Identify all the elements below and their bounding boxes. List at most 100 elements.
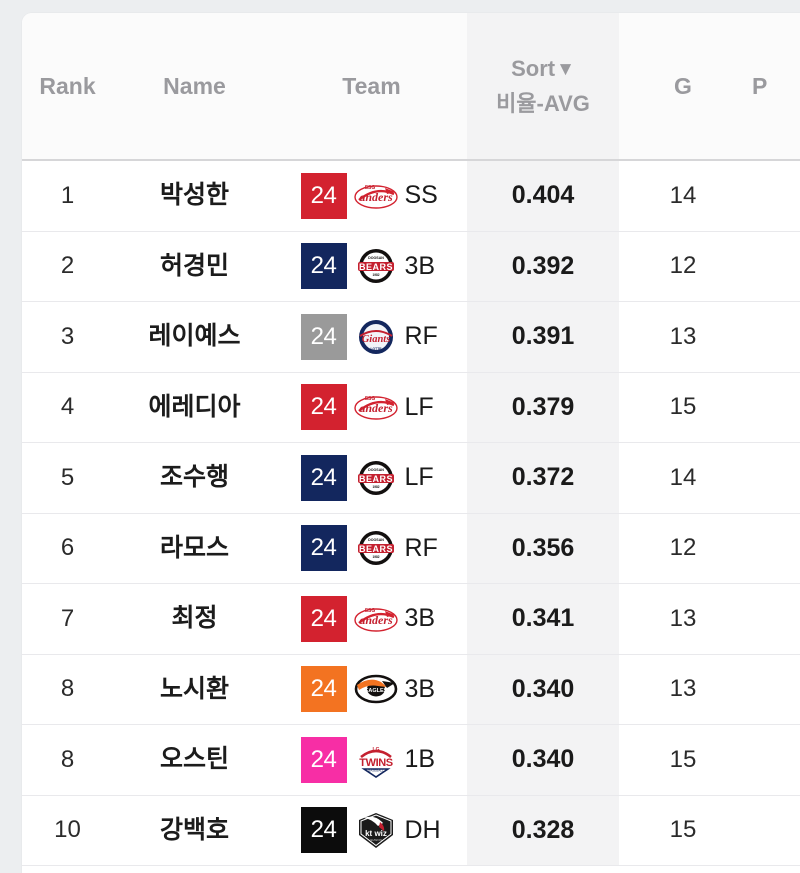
jersey-number-badge: 24	[300, 454, 347, 501]
jersey-number-badge: 24	[300, 666, 347, 713]
cell-team[interactable]: 24 anders SSG 3B	[276, 583, 467, 655]
column-header-next-partial-label: P	[752, 72, 768, 99]
cell-next-partial	[747, 724, 800, 796]
cell-batting-average: 0.372	[467, 442, 619, 514]
cell-games: 13	[619, 301, 747, 373]
table-row[interactable]: 7 최정 24 anders SSG 3B 0.341 13	[22, 583, 800, 655]
cell-next-partial	[747, 513, 800, 584]
table-row[interactable]: 8 오스틴 24 LG TWINS BASEBALL 1B 0.340 15	[22, 724, 800, 796]
player-position: SS	[404, 181, 438, 210]
header-row: Rank Name Team Sort ▼ 비율-AVG G P	[22, 13, 800, 159]
cell-batting-average: 0.341	[467, 583, 619, 655]
cell-team[interactable]: 24 Giants LOTTE RF	[276, 301, 467, 373]
cell-player-name[interactable]: 허경민	[113, 231, 276, 302]
svg-text:SUWON: SUWON	[370, 838, 382, 842]
batting-average-leaderboard-table: Rank Name Team Sort ▼ 비율-AVG G P 1 박성한 2…	[22, 13, 800, 866]
team-logo-icon: Giants LOTTE	[354, 317, 398, 357]
cell-team[interactable]: 24 anders SSG SS	[276, 161, 467, 232]
player-position: LF	[404, 392, 434, 421]
table-row[interactable]: 5 조수행 24 BEARS DOOSAN 1982 LF 0.372 14	[22, 442, 800, 514]
cell-player-name[interactable]: 라모스	[113, 513, 276, 584]
player-position: RF	[404, 533, 438, 562]
player-position: LF	[404, 463, 434, 492]
cell-next-partial	[747, 231, 800, 302]
cell-batting-average: 0.379	[467, 372, 619, 443]
svg-text:EAGLES: EAGLES	[364, 688, 387, 694]
column-header-avg-label: 비율-AVG	[496, 90, 590, 116]
player-position: 3B	[404, 674, 436, 703]
cell-rank: 3	[22, 301, 113, 373]
cell-games: 12	[619, 513, 747, 584]
jersey-number-badge: 24	[300, 243, 347, 290]
cell-team[interactable]: 24 EAGLES 3B	[276, 654, 467, 725]
column-header-team[interactable]: Team	[276, 13, 467, 159]
column-header-avg[interactable]: Sort ▼ 비율-AVG	[467, 13, 619, 159]
cell-batting-average: 0.392	[467, 231, 619, 302]
svg-text:SSG: SSG	[364, 608, 375, 614]
table-row[interactable]: 8 노시환 24 EAGLES 3B 0.340 13	[22, 654, 800, 725]
svg-text:DOOSAN: DOOSAN	[368, 256, 384, 260]
team-logo-icon: kt wiz SUWON	[354, 810, 398, 850]
jersey-number-badge: 24	[300, 313, 347, 360]
cell-player-name[interactable]: 레이예스	[113, 301, 276, 373]
player-position: 1B	[404, 745, 436, 774]
table-row[interactable]: 1 박성한 24 anders SSG SS 0.404 14	[22, 161, 800, 232]
cell-rank: 1	[22, 161, 113, 232]
player-position: 3B	[404, 604, 436, 633]
cell-team[interactable]: 24 BEARS DOOSAN 1982 3B	[276, 231, 467, 302]
cell-player-name[interactable]: 조수행	[113, 442, 276, 514]
cell-player-name[interactable]: 오스틴	[113, 724, 276, 796]
cell-player-name[interactable]: 강백호	[113, 795, 276, 866]
svg-text:TWINS: TWINS	[359, 757, 393, 769]
svg-text:SSG: SSG	[364, 185, 375, 191]
team-logo-icon: anders SSG	[353, 176, 398, 216]
table-row[interactable]: 6 라모스 24 BEARS DOOSAN 1982 RF 0.356 12	[22, 513, 800, 584]
cell-games: 14	[619, 161, 747, 232]
svg-text:1982: 1982	[372, 555, 379, 559]
svg-text:kt wiz: kt wiz	[365, 829, 387, 838]
cell-player-name[interactable]: 최정	[113, 583, 276, 655]
cell-batting-average: 0.356	[467, 513, 619, 584]
cell-games: 13	[619, 583, 747, 655]
cell-player-name[interactable]: 에레디아	[113, 372, 276, 443]
team-logo-icon: BEARS DOOSAN 1982	[354, 458, 398, 498]
svg-text:1982: 1982	[372, 485, 379, 489]
cell-team[interactable]: 24 BEARS DOOSAN 1982 RF	[276, 513, 467, 584]
cell-rank: 8	[22, 654, 113, 725]
column-header-name[interactable]: Name	[113, 13, 276, 159]
cell-next-partial	[747, 583, 800, 655]
cell-player-name[interactable]: 박성한	[113, 161, 276, 232]
table-row[interactable]: 4 에레디아 24 anders SSG LF 0.379 15	[22, 372, 800, 443]
team-logo-icon: BEARS DOOSAN 1982	[354, 528, 398, 568]
cell-team[interactable]: 24 kt wiz SUWON DH	[276, 795, 467, 866]
team-logo-icon: anders SSG	[353, 599, 398, 639]
cell-games: 13	[619, 654, 747, 725]
svg-text:SSG: SSG	[364, 396, 375, 402]
column-header-next-partial[interactable]: P	[747, 13, 800, 159]
cell-next-partial	[747, 654, 800, 725]
cell-team[interactable]: 24 anders SSG LF	[276, 372, 467, 443]
chevron-down-icon: ▼	[556, 59, 575, 80]
cell-team[interactable]: 24 LG TWINS BASEBALL 1B	[276, 724, 467, 796]
cell-games: 15	[619, 724, 747, 796]
cell-batting-average: 0.340	[467, 724, 619, 796]
player-position: 3B	[404, 251, 436, 280]
cell-rank: 6	[22, 513, 113, 584]
cell-player-name[interactable]: 노시환	[113, 654, 276, 725]
sort-control[interactable]: Sort ▼	[511, 57, 575, 80]
column-header-rank-label: Rank	[39, 72, 96, 99]
column-header-rank[interactable]: Rank	[22, 13, 113, 159]
svg-text:DOOSAN: DOOSAN	[368, 538, 384, 542]
cell-games: 14	[619, 442, 747, 514]
cell-games: 15	[619, 372, 747, 443]
table-row[interactable]: 10 강백호 24 kt wiz SUWON DH 0.328 15	[22, 795, 800, 866]
team-logo-icon: BEARS DOOSAN 1982	[354, 246, 398, 286]
column-header-name-label: Name	[163, 72, 226, 99]
column-header-games[interactable]: G	[619, 13, 747, 159]
jersey-number-badge: 24	[300, 807, 347, 854]
jersey-number-badge: 24	[300, 595, 347, 642]
table-row[interactable]: 3 레이예스 24 Giants LOTTE RF 0.391 13	[22, 301, 800, 373]
table-row[interactable]: 2 허경민 24 BEARS DOOSAN 1982 3B 0.392 12	[22, 231, 800, 302]
table-body: 1 박성한 24 anders SSG SS 0.404 14 2 허경민 24 BEARS DOOSA…	[22, 161, 800, 866]
cell-team[interactable]: 24 BEARS DOOSAN 1982 LF	[276, 442, 467, 514]
